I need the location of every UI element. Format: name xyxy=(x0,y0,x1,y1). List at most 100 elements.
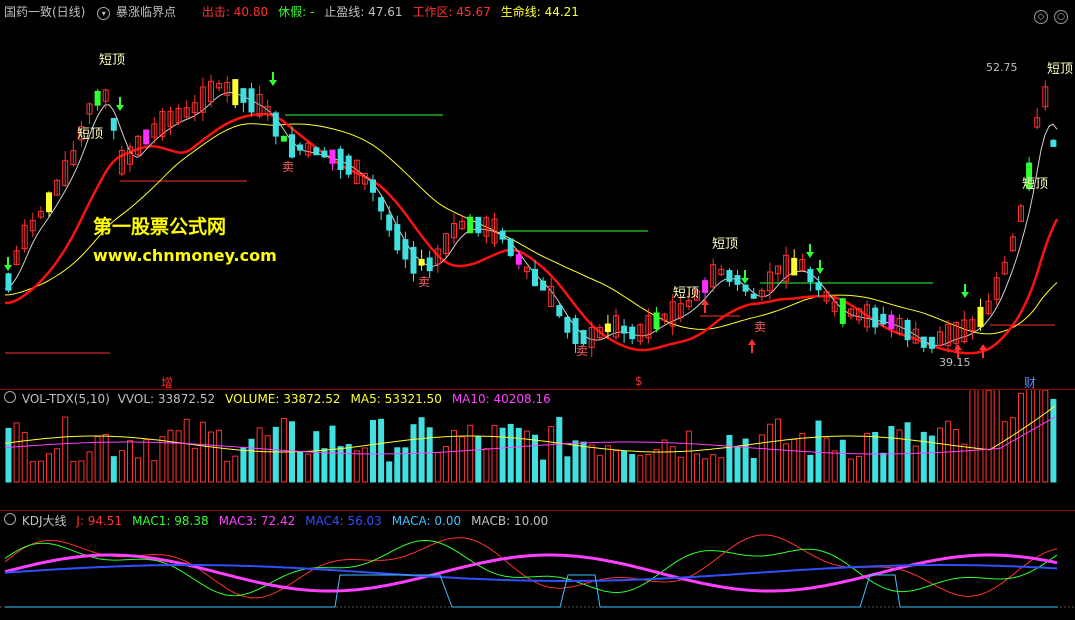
volume-chart[interactable] xyxy=(0,390,1075,510)
short-top-label: 短顶 xyxy=(1047,62,1074,77)
signal-arrow-head xyxy=(4,265,12,271)
volume-bar xyxy=(459,436,466,483)
volume-bar xyxy=(337,446,344,483)
volume-bar xyxy=(904,422,911,483)
volume-bar xyxy=(256,427,263,483)
volume-bar xyxy=(378,418,385,483)
volume-bar xyxy=(815,420,822,483)
signal-arrow-head xyxy=(954,344,962,350)
kdj-chart[interactable] xyxy=(0,511,1075,620)
volume-bar xyxy=(1001,421,1008,483)
low-price-label: 39.15 xyxy=(939,356,971,369)
volume-bar xyxy=(118,450,125,483)
volume-bar xyxy=(418,417,425,483)
volume-bar xyxy=(94,436,101,483)
event-mark[interactable]: $ xyxy=(635,374,643,388)
volume-bar xyxy=(823,437,830,483)
volume-bar xyxy=(13,422,20,483)
volume-bar xyxy=(596,454,603,483)
volume-bar xyxy=(183,418,190,483)
candle xyxy=(240,88,247,103)
volume-bar xyxy=(799,433,806,483)
volume-bar xyxy=(1009,417,1016,483)
candle xyxy=(815,282,822,291)
volume-bar xyxy=(613,450,619,483)
volume-bar xyxy=(580,441,587,483)
candle xyxy=(297,144,304,151)
sell-label: 卖 xyxy=(576,344,589,358)
volume-bar xyxy=(677,456,684,483)
candle xyxy=(289,134,295,158)
candlestick-chart[interactable] xyxy=(0,0,1075,389)
volume-bar xyxy=(629,454,636,483)
candle xyxy=(807,268,814,283)
candle xyxy=(321,150,328,158)
signal-arrow-head xyxy=(806,252,814,258)
candle xyxy=(402,239,409,260)
volume-bar xyxy=(102,434,109,483)
candle xyxy=(532,268,538,287)
volume-bar xyxy=(353,450,360,483)
candle xyxy=(394,224,401,251)
candle xyxy=(143,129,150,145)
volume-bar xyxy=(135,457,142,483)
short-top-label: 短顶 xyxy=(77,127,104,142)
candle xyxy=(653,312,660,330)
candle xyxy=(977,306,984,328)
volume-bar xyxy=(272,426,279,483)
volume-bar xyxy=(1034,390,1041,483)
signal-arrow-head xyxy=(748,339,756,345)
candle xyxy=(337,148,344,170)
volume-panel[interactable]: VOL-TDX(5,10) VVOL: 33872.52 VOLUME: 3387… xyxy=(0,390,1075,510)
volume-bar xyxy=(685,430,692,483)
high-price-label: 52.75 xyxy=(986,61,1018,74)
volume-bar xyxy=(37,460,44,483)
volume-bar xyxy=(766,423,773,483)
candle xyxy=(499,230,506,240)
candle xyxy=(702,280,709,293)
volume-bar xyxy=(985,390,992,483)
volume-bar xyxy=(321,448,328,483)
candle xyxy=(904,319,911,341)
volume-bar xyxy=(791,438,798,483)
candle xyxy=(564,316,571,333)
volume-bar xyxy=(896,429,903,483)
candle xyxy=(621,325,628,334)
volume-bar xyxy=(248,438,255,483)
kdj-panel[interactable]: KDJ大线 J: 94.51 MAC1: 98.38 MAC3: 72.42 MAC4… xyxy=(0,511,1075,620)
candle xyxy=(378,197,385,212)
volume-bar xyxy=(224,460,231,483)
candle xyxy=(475,216,482,234)
main-chart-panel[interactable]: 国药一致(日线) ▾ 暴涨临界点 出击: 40.80 休假: - 止盈线: 47.6… xyxy=(0,0,1075,390)
volume-bar xyxy=(62,416,69,483)
candle xyxy=(734,275,741,285)
volume-bar xyxy=(937,427,943,483)
volume-bar xyxy=(961,443,968,483)
volume-bar xyxy=(475,436,482,483)
volume-bar xyxy=(912,445,919,483)
candle xyxy=(726,270,733,282)
candle xyxy=(248,88,255,113)
volume-bar xyxy=(151,460,158,483)
volume-bar xyxy=(86,451,93,483)
volume-bar xyxy=(199,421,206,483)
volume-bar xyxy=(361,447,368,483)
volume-bar xyxy=(191,447,198,483)
candle xyxy=(110,118,117,131)
candle xyxy=(742,284,749,292)
volume-bar xyxy=(208,431,214,483)
volume-bar xyxy=(726,434,733,483)
sell-label: 卖 xyxy=(282,160,295,174)
candle xyxy=(46,192,52,213)
volume-bar xyxy=(21,432,28,483)
sell-label: 卖 xyxy=(754,320,767,334)
candle xyxy=(507,238,514,257)
volume-bar xyxy=(588,444,595,483)
volume-bar xyxy=(46,453,52,483)
signal-arrow-head xyxy=(116,105,124,111)
sell-label: 卖 xyxy=(418,275,431,289)
volume-bar xyxy=(5,427,12,483)
candle xyxy=(791,257,798,276)
volume-bar xyxy=(70,460,77,483)
volume-bar xyxy=(864,432,871,483)
